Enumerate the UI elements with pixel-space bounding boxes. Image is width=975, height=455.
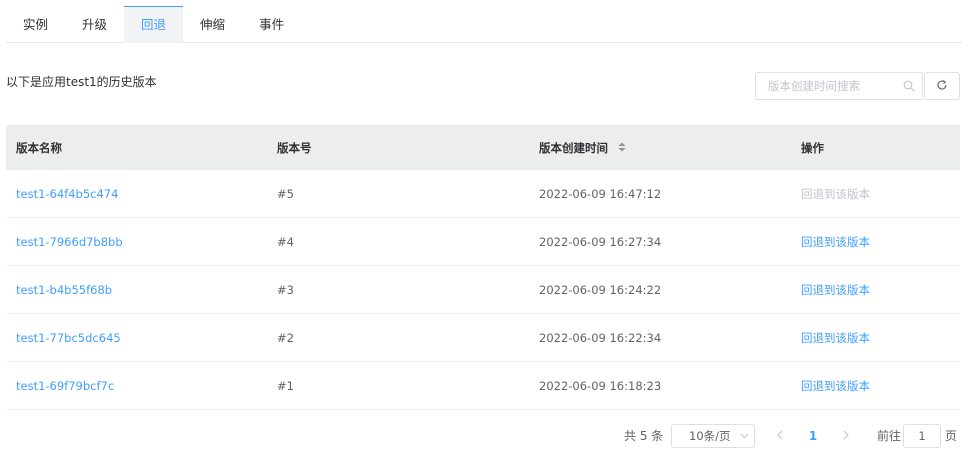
tab-bar: 实例 升级 回退 伸缩 事件 [6,6,962,43]
tab-events[interactable]: 事件 [242,6,301,43]
tab-rollback[interactable]: 回退 [124,6,184,43]
header-version-name: 版本名称 [16,140,62,155]
table-row: test1-69f79bcf7c #1 2022-06-09 16:18:23 … [6,362,960,410]
search-box [755,72,923,100]
header-created-time-label: 版本创建时间 [539,140,608,155]
version-name-link[interactable]: test1-64f4b5c474 [16,187,118,201]
tab-upgrade[interactable]: 升级 [65,6,124,43]
chevron-down-icon [734,433,754,439]
table-row: test1-b4b55f68b #3 2022-06-09 16:24:22 回… [6,266,960,314]
version-table: 版本名称 版本号 版本创建时间 操作 test1-64f4b5c474 #5 2… [6,125,960,410]
version-name-link[interactable]: test1-b4b55f68b [16,283,112,297]
chevron-right-icon [843,429,849,443]
page-number-current[interactable]: 1 [804,424,822,448]
tab-scale[interactable]: 伸缩 [183,6,242,43]
rollback-button[interactable]: 回退到该版本 [801,187,870,201]
version-name-link[interactable]: test1-7966d7b8bb [16,235,123,249]
page-size-select[interactable]: 10条/页 [671,424,755,448]
header-version-number: 版本号 [277,140,312,155]
refresh-icon [936,79,948,94]
version-number: #4 [277,234,294,249]
page-root: 实例 升级 回退 伸缩 事件 以下是应用test1的历史版本 版本名称 版本号 [0,0,975,455]
created-time: 2022-06-09 16:22:34 [539,330,662,345]
version-number: #3 [277,282,294,297]
refresh-button[interactable] [924,72,960,100]
table-row: test1-77bc5dc645 #2 2022-06-09 16:22:34 … [6,314,960,362]
rollback-button[interactable]: 回退到该版本 [801,331,870,345]
rollback-button[interactable]: 回退到该版本 [801,283,870,297]
version-number: #2 [277,330,294,345]
created-time: 2022-06-09 16:27:34 [539,234,662,249]
table-header: 版本名称 版本号 版本创建时间 操作 [6,125,960,170]
header-action: 操作 [801,140,824,155]
pagination: 共 5 条 10条/页 1 前往 页 [0,424,975,448]
created-time: 2022-06-09 16:18:23 [539,378,662,393]
table-row: test1-7966d7b8bb #4 2022-06-09 16:27:34 … [6,218,960,266]
search-icon[interactable] [896,73,922,99]
history-description: 以下是应用test1的历史版本 [6,75,157,89]
tab-instances[interactable]: 实例 [6,6,65,43]
header-created-time[interactable]: 版本创建时间 [529,140,791,156]
next-page-button[interactable] [838,424,854,448]
goto-label: 前往 [877,429,902,443]
goto-page-input[interactable] [903,424,941,448]
created-time: 2022-06-09 16:24:22 [539,282,662,297]
created-time: 2022-06-09 16:47:12 [539,186,662,201]
version-number: #1 [277,378,294,393]
version-name-link[interactable]: test1-69f79bcf7c [16,379,114,393]
table-row: test1-64f4b5c474 #5 2022-06-09 16:47:12 … [6,170,960,218]
rollback-button[interactable]: 回退到该版本 [801,235,870,249]
search-input[interactable] [768,74,896,98]
version-name-link[interactable]: test1-77bc5dc645 [16,331,121,345]
page-size-value: 10条/页 [689,429,731,443]
prev-page-button[interactable] [772,424,788,448]
rollback-button[interactable]: 回退到该版本 [801,379,870,393]
sort-caret-icon[interactable] [618,141,626,155]
chevron-left-icon [777,429,783,443]
pagination-total: 共 5 条 [624,429,664,443]
version-number: #5 [277,186,294,201]
page-unit-label: 页 [945,429,958,443]
